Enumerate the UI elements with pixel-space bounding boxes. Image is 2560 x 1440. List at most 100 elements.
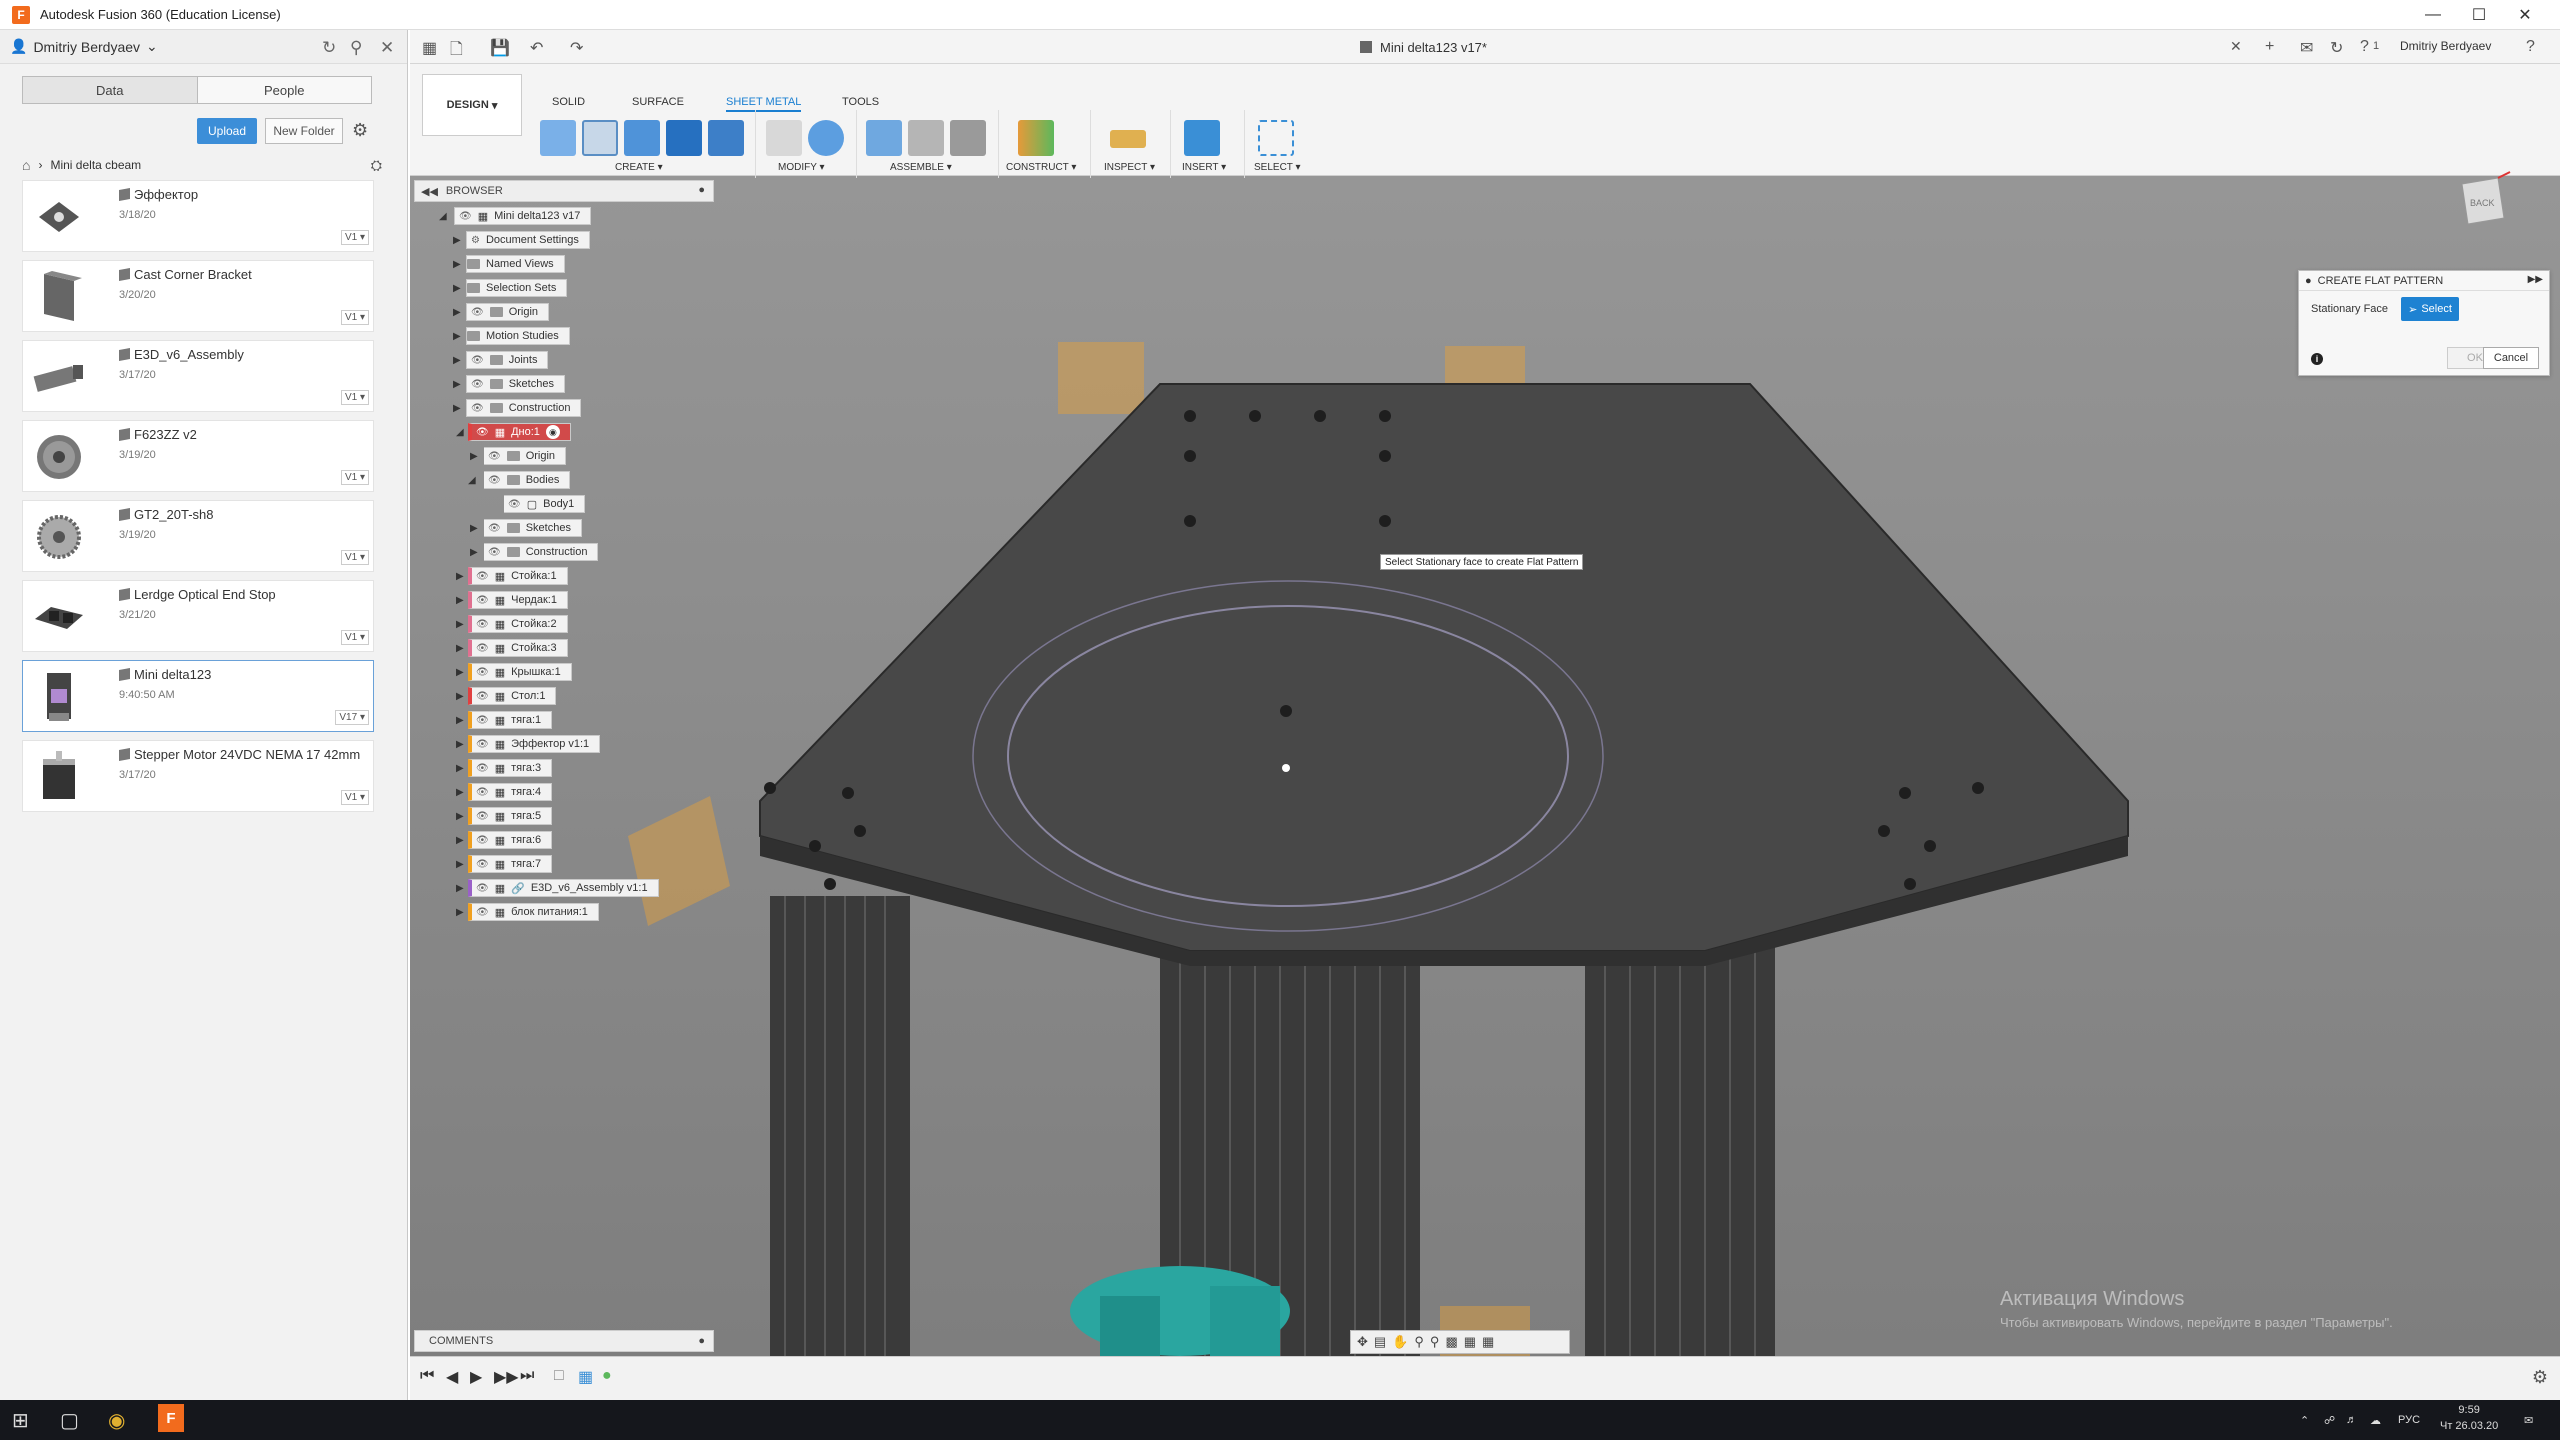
undo-icon[interactable]: ↶ (530, 38, 543, 58)
cancel-button[interactable]: Cancel (2483, 347, 2539, 369)
browser-component[interactable]: ▶ 👁 ▦ тяга:5 (456, 807, 553, 825)
browser-component[interactable]: ▶ 👁 ▦ Чердак:1 (456, 591, 568, 609)
tray-arrow-icon[interactable]: ⌃ (2300, 1414, 2309, 1427)
file-card[interactable]: F623ZZ v2 3/19/20 V1 ▾ (22, 420, 374, 492)
refresh-icon[interactable]: ↻ (322, 38, 336, 58)
tab-data[interactable]: Data (23, 77, 197, 103)
look-at-icon[interactable]: ▤ (1374, 1334, 1386, 1350)
search-icon[interactable]: ⚲ (350, 38, 362, 58)
zoom-icon[interactable]: ⚲ (1414, 1334, 1424, 1350)
minimize-button[interactable]: — (2410, 0, 2456, 30)
browser-component[interactable]: ▶ 👁 ▦ Эффектор v1:1 (456, 735, 601, 753)
file-card[interactable]: Mini delta123 9:40:50 AM V17 ▾ (22, 660, 374, 732)
browser-body[interactable]: 👁 ▢ Body1 (504, 495, 586, 513)
timeline-play-icon[interactable]: ▶ (470, 1367, 482, 1387)
press-pull-icon[interactable] (766, 120, 802, 156)
onedrive-icon[interactable]: ☁ (2370, 1414, 2381, 1427)
timeline-end-icon[interactable]: ⏭ (520, 1367, 534, 1385)
browser-root[interactable]: ◢ 👁 ▦ Mini delta123 v17 (439, 207, 592, 225)
browser-component[interactable]: ▶ 👁 ▦ тяга:7 (456, 855, 553, 873)
timeline-prev-icon[interactable]: ◀ (446, 1367, 458, 1387)
offset-plane-icon[interactable] (1018, 120, 1054, 156)
browser-component[interactable]: ▶ 👁 ▦ тяга:4 (456, 783, 553, 801)
tab-solid[interactable]: SOLID (552, 96, 585, 108)
display-settings-icon[interactable]: ▩ (1445, 1334, 1457, 1350)
timeline-feature-icon[interactable]: ▦ (578, 1367, 593, 1387)
browser-component[interactable]: ▶ 👁 ▦ Стойка:2 (456, 615, 568, 633)
browser-component-active[interactable]: ◢ 👁 ▦ Дно:1 ◉ (456, 423, 571, 441)
timeline-sketch-icon[interactable]: □ (554, 1367, 564, 1385)
file-card[interactable]: Эффектор 3/18/20 V1 ▾ (22, 180, 374, 252)
notifications-icon[interactable]: ✉ (2524, 1414, 2533, 1427)
tab-sheet-metal[interactable]: SHEET METAL (726, 96, 802, 112)
taskbar-clock[interactable]: 9:59 Чт 26.03.20 (2440, 1402, 2498, 1434)
upload-button[interactable]: Upload (197, 118, 257, 144)
browser-component[interactable]: ▶ 👁 ▦ Стол:1 (456, 687, 557, 705)
file-card[interactable]: Stepper Motor 24VDC NEMA 17 42mm 3/17/20… (22, 740, 374, 812)
help-circle-icon[interactable]: ? (2526, 38, 2535, 56)
timeline-joint-icon[interactable]: ● (602, 1367, 612, 1385)
new-component-assemble-icon[interactable] (866, 120, 902, 156)
insert-image-icon[interactable] (1184, 120, 1220, 156)
group-modify[interactable]: MODIFY ▾ (778, 162, 825, 173)
browser-component[interactable]: ▶ 👁 ▦ Крышка:1 (456, 663, 572, 681)
group-assemble[interactable]: ASSEMBLE ▾ (890, 162, 952, 173)
grid-settings-icon[interactable]: ▦ (1464, 1334, 1476, 1350)
grid-icon[interactable]: ▦ (422, 38, 437, 58)
file-card[interactable]: GT2_20T-sh8 3/19/20 V1 ▾ (22, 500, 374, 572)
as-built-joint-icon[interactable] (950, 120, 986, 156)
expand-dialog-icon[interactable]: ▶▶ (2528, 274, 2543, 285)
project-settings-icon[interactable]: ⛭ (371, 157, 382, 174)
browser-item[interactable]: ▶ 👁 Construction (470, 543, 599, 561)
browser-item[interactable]: ▶ 👁 Sketches (470, 519, 582, 537)
browser-item[interactable]: ▶ Selection Sets (453, 279, 568, 297)
new-tab-icon[interactable]: + (2265, 38, 2274, 56)
tab-tools[interactable]: TOOLS (842, 96, 879, 108)
orbit-icon[interactable]: ✥ (1357, 1334, 1368, 1350)
save-icon[interactable]: 💾 (490, 38, 510, 58)
info-icon[interactable]: i (2311, 353, 2323, 365)
user-menu[interactable]: 👤 Dmitriy Berdyaev ⌄ (10, 38, 158, 55)
dialog-header[interactable]: ● CREATE FLAT PATTERN ▶▶ (2299, 271, 2549, 291)
windows-start-icon[interactable]: ⊞ (12, 1408, 29, 1433)
close-panel-icon[interactable]: ✕ (380, 38, 394, 58)
visibility-icon[interactable]: 👁 (459, 211, 472, 222)
version-badge[interactable]: V1 ▾ (340, 630, 369, 645)
comments-panel[interactable]: COMMENTS ● (414, 1330, 714, 1352)
close-window-button[interactable]: ✕ (2502, 0, 2548, 30)
task-view-icon[interactable]: ▢ (60, 1408, 79, 1433)
language-indicator[interactable]: РУС (2398, 1414, 2420, 1426)
file-card[interactable]: Lerdge Optical End Stop 3/21/20 V1 ▾ (22, 580, 374, 652)
browser-item[interactable]: ▶ Motion Studies (453, 327, 570, 345)
file-menu-icon[interactable]: 🗋 (450, 38, 463, 65)
version-badge[interactable]: V1 ▾ (340, 390, 369, 405)
version-badge[interactable]: V1 ▾ (340, 310, 369, 325)
volume-icon[interactable]: ♬ (2346, 1414, 2357, 1426)
flange-icon[interactable] (624, 120, 660, 156)
timeline-start-icon[interactable]: ⏮ (420, 1367, 434, 1385)
browser-item[interactable]: ▶ Named Views (453, 255, 565, 273)
new-folder-button[interactable]: New Folder (265, 118, 343, 144)
file-card[interactable]: E3D_v6_Assembly 3/17/20 V1 ▾ (22, 340, 374, 412)
account-name[interactable]: Dmitriy Berdyaev (2400, 39, 2491, 53)
measure-icon[interactable] (1110, 130, 1146, 148)
maximize-button[interactable]: ☐ (2456, 0, 2502, 30)
version-badge[interactable]: V1 ▾ (340, 230, 369, 245)
browser-component[interactable]: ▶ 👁 ▦ тяга:3 (456, 759, 553, 777)
fillet-icon[interactable] (808, 120, 844, 156)
chrome-icon[interactable]: ◉ (108, 1408, 125, 1433)
network-icon[interactable]: ☍ (2324, 1414, 2335, 1427)
group-select[interactable]: SELECT ▾ (1254, 162, 1301, 173)
browser-item[interactable]: ▶ 👁 Joints (453, 351, 549, 369)
browser-component[interactable]: ▶ 👁 ▦ тяга:6 (456, 831, 553, 849)
file-card[interactable]: Cast Corner Bracket 3/20/20 V1 ▾ (22, 260, 374, 332)
view-cube[interactable]: BACK (2452, 170, 2512, 240)
breadcrumb-project[interactable]: Mini delta cbeam (50, 158, 141, 172)
version-badge[interactable]: V1 ▾ (340, 790, 369, 805)
home-icon[interactable]: ⌂ (22, 157, 30, 173)
browser-item[interactable]: ▶ 👁 Construction (453, 399, 582, 417)
close-tab-icon[interactable]: ✕ (2230, 38, 2242, 55)
extensions-icon[interactable]: ↻ (2330, 38, 2343, 58)
browser-component[interactable]: ▶ 👁 ▦ блок питания:1 (456, 903, 599, 921)
unfold-icon[interactable] (708, 120, 744, 156)
